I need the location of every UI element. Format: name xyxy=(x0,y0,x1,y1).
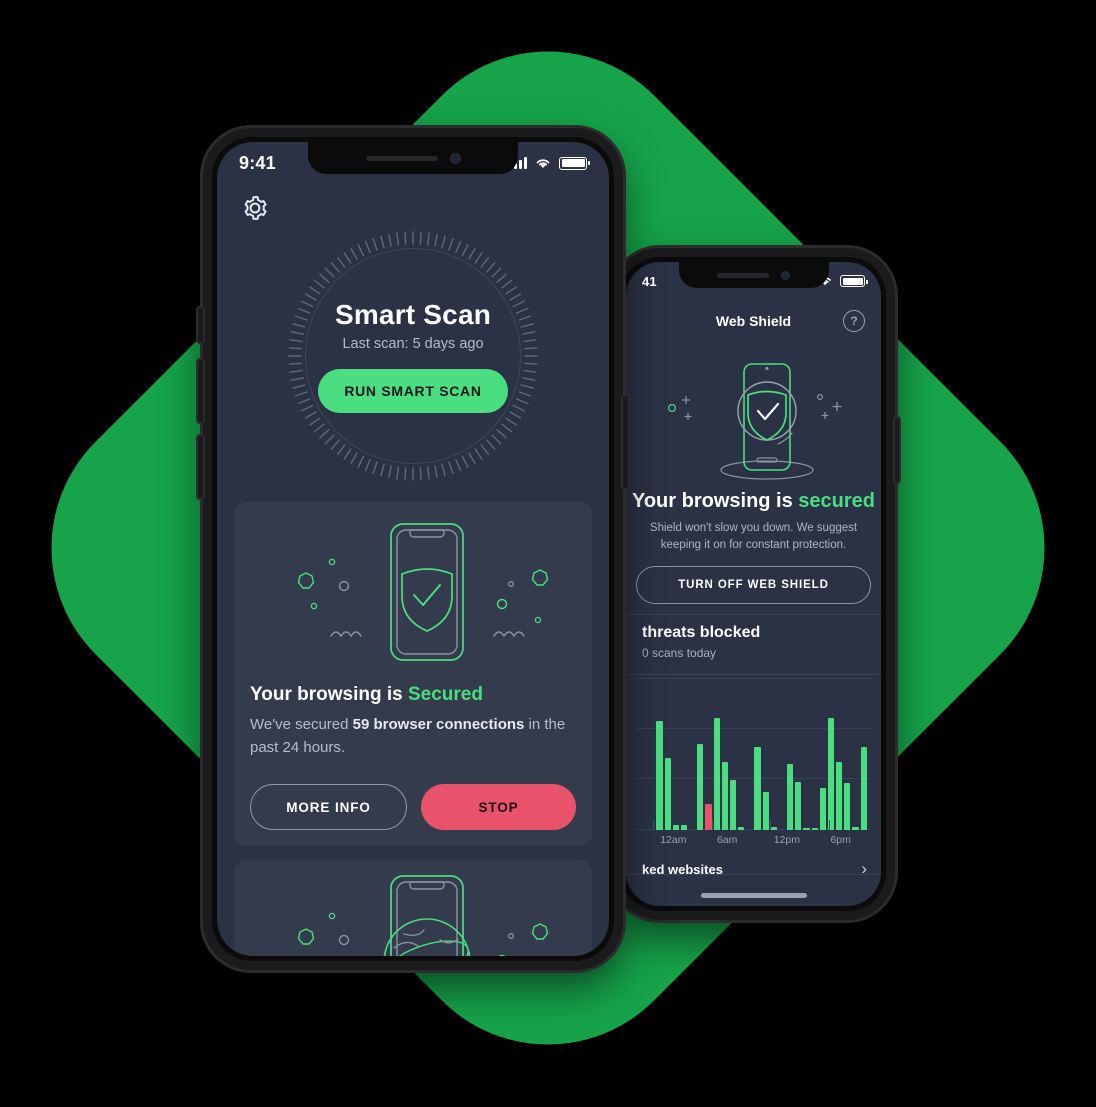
status-clock: 41 xyxy=(642,273,657,289)
chart-bar xyxy=(754,746,761,830)
web-shield-status-heading: Your browsing is secured xyxy=(626,490,881,513)
power-button[interactable] xyxy=(623,396,628,488)
phone-with-shield-illustration xyxy=(234,516,592,668)
chevron-right-icon: › xyxy=(861,859,867,878)
volume-up-button[interactable] xyxy=(198,360,203,422)
chart-bar xyxy=(770,826,777,830)
threats-blocked-title: threats blocked xyxy=(642,624,761,641)
heading-status-word: Secured xyxy=(408,684,483,705)
chart-bar xyxy=(803,828,810,830)
browsing-card-actions: MORE INFO STOP xyxy=(250,784,576,830)
power-button[interactable] xyxy=(895,418,899,482)
notch xyxy=(308,142,518,174)
chart-bar xyxy=(672,825,679,830)
chart-bar xyxy=(779,828,785,830)
chart-tick-label: 12pm xyxy=(773,834,800,846)
page-title: Web Shield xyxy=(715,313,792,329)
front-camera xyxy=(781,270,790,280)
scans-today-subtitle: 0 scans today xyxy=(642,646,717,660)
body-prefix: We've secured xyxy=(250,716,353,733)
heading-status-word: secured xyxy=(798,490,876,512)
status-icon-group xyxy=(509,156,590,170)
notch xyxy=(678,262,829,288)
more-info-button[interactable]: MORE INFO xyxy=(250,784,407,830)
chart-bar xyxy=(664,757,671,830)
smart-scan-dial: Smart Scan Last scan: 5 days ago RUN SMA… xyxy=(287,230,539,482)
wifi-card xyxy=(234,860,592,956)
phone-with-wifi-globe-illustration xyxy=(234,870,592,956)
mute-switch[interactable] xyxy=(198,308,203,342)
chart-bar xyxy=(852,826,859,830)
chart-bar xyxy=(680,825,688,830)
heading-prefix: Your browsing is xyxy=(250,684,408,705)
back-phone-bezel: 41 Web Shield ? Your browsing is secured… xyxy=(621,257,886,911)
web-shield-description: Shield won't slow you down. We suggest k… xyxy=(649,522,858,551)
status-clock: 9:41 xyxy=(239,152,276,173)
chart-tick xyxy=(829,820,831,830)
chart-bar xyxy=(827,718,835,830)
chart-bar xyxy=(656,721,663,830)
chart-bar xyxy=(762,792,769,830)
back-phone-device: 41 Web Shield ? Your browsing is secured… xyxy=(612,248,899,920)
front-phone-bezel: 9:41 Smart Scan Last scan: 5 days ago RU… xyxy=(212,137,614,961)
smart-scan-content: Smart Scan Last scan: 5 days ago RUN SMA… xyxy=(287,230,539,482)
wifi-icon xyxy=(536,158,550,168)
smart-scan-title: Smart Scan xyxy=(334,299,492,330)
turn-off-web-shield-button[interactable]: TURN OFF WEB SHIELD xyxy=(636,566,871,604)
chart-bar-group xyxy=(640,678,867,830)
earpiece-speaker xyxy=(365,155,438,161)
chart-plot-area xyxy=(636,678,871,830)
chart-bar xyxy=(697,743,704,830)
browsing-card-text: Your browsing is Secured We've secured 5… xyxy=(250,684,576,759)
threats-blocked-section: threats blocked 0 scans today xyxy=(642,624,865,660)
chart-bar xyxy=(787,763,794,830)
chart-bar xyxy=(746,828,752,830)
chart-bar xyxy=(689,828,695,830)
browsing-card-body: We've secured 59 browser connections in … xyxy=(250,714,576,759)
stop-button[interactable]: STOP xyxy=(421,784,576,830)
home-indicator[interactable] xyxy=(700,893,807,898)
chart-bar xyxy=(836,762,843,830)
blocked-websites-label: ked websites xyxy=(642,861,723,877)
chart-bar xyxy=(713,718,720,830)
last-scan-subtitle: Last scan: 5 days ago xyxy=(342,336,484,352)
web-shield-screen: 41 Web Shield ? Your browsing is secured… xyxy=(626,262,881,906)
chart-tick xyxy=(711,820,713,830)
chart-bar xyxy=(860,746,867,830)
phone-shield-scan-illustration xyxy=(626,340,881,488)
chart-tick xyxy=(770,820,772,830)
heading-prefix: Your browsing is xyxy=(631,490,799,512)
chart-tick-label: 6am xyxy=(716,834,738,846)
chart-x-axis-labels: 12am 6am 12pm 6pm xyxy=(640,834,867,852)
question-mark-circle-icon[interactable]: ? xyxy=(843,310,865,332)
chart-bar xyxy=(844,783,851,830)
gear-icon[interactable] xyxy=(241,194,269,222)
front-camera xyxy=(449,152,461,164)
web-shield-header: Web Shield ? xyxy=(626,304,881,338)
divider-chart-top xyxy=(626,674,881,675)
blocked-websites-row[interactable]: ked websites › xyxy=(642,856,867,882)
browsing-secured-card: Your browsing is Secured We've secured 5… xyxy=(234,502,592,846)
smart-scan-screen: 9:41 Smart Scan Last scan: 5 days ago RU… xyxy=(217,142,609,956)
front-phone-device: 9:41 Smart Scan Last scan: 5 days ago RU… xyxy=(198,128,628,970)
chart-bar xyxy=(795,781,802,830)
chart-tick-label: 12am xyxy=(660,834,687,846)
browsing-card-heading: Your browsing is Secured xyxy=(250,684,576,706)
chart-bar xyxy=(721,762,728,830)
body-highlight: 59 browser connections xyxy=(352,716,525,733)
chart-bar xyxy=(819,787,826,830)
chart-bar xyxy=(729,780,737,830)
divider-top xyxy=(626,614,881,615)
chart-bar xyxy=(811,828,818,830)
chart-bar xyxy=(738,826,745,830)
threats-blocked-chart: 12am 6am 12pm 6pm xyxy=(636,678,871,858)
battery-full-icon xyxy=(559,156,590,170)
chart-tick-label: 6pm xyxy=(830,834,851,846)
run-smart-scan-button[interactable]: RUN SMART SCAN xyxy=(318,369,508,413)
chart-tick xyxy=(652,820,654,830)
chart-bar xyxy=(640,828,646,830)
earpiece-speaker xyxy=(717,272,769,278)
battery-full-icon xyxy=(840,275,868,287)
volume-down-button[interactable] xyxy=(198,436,203,498)
